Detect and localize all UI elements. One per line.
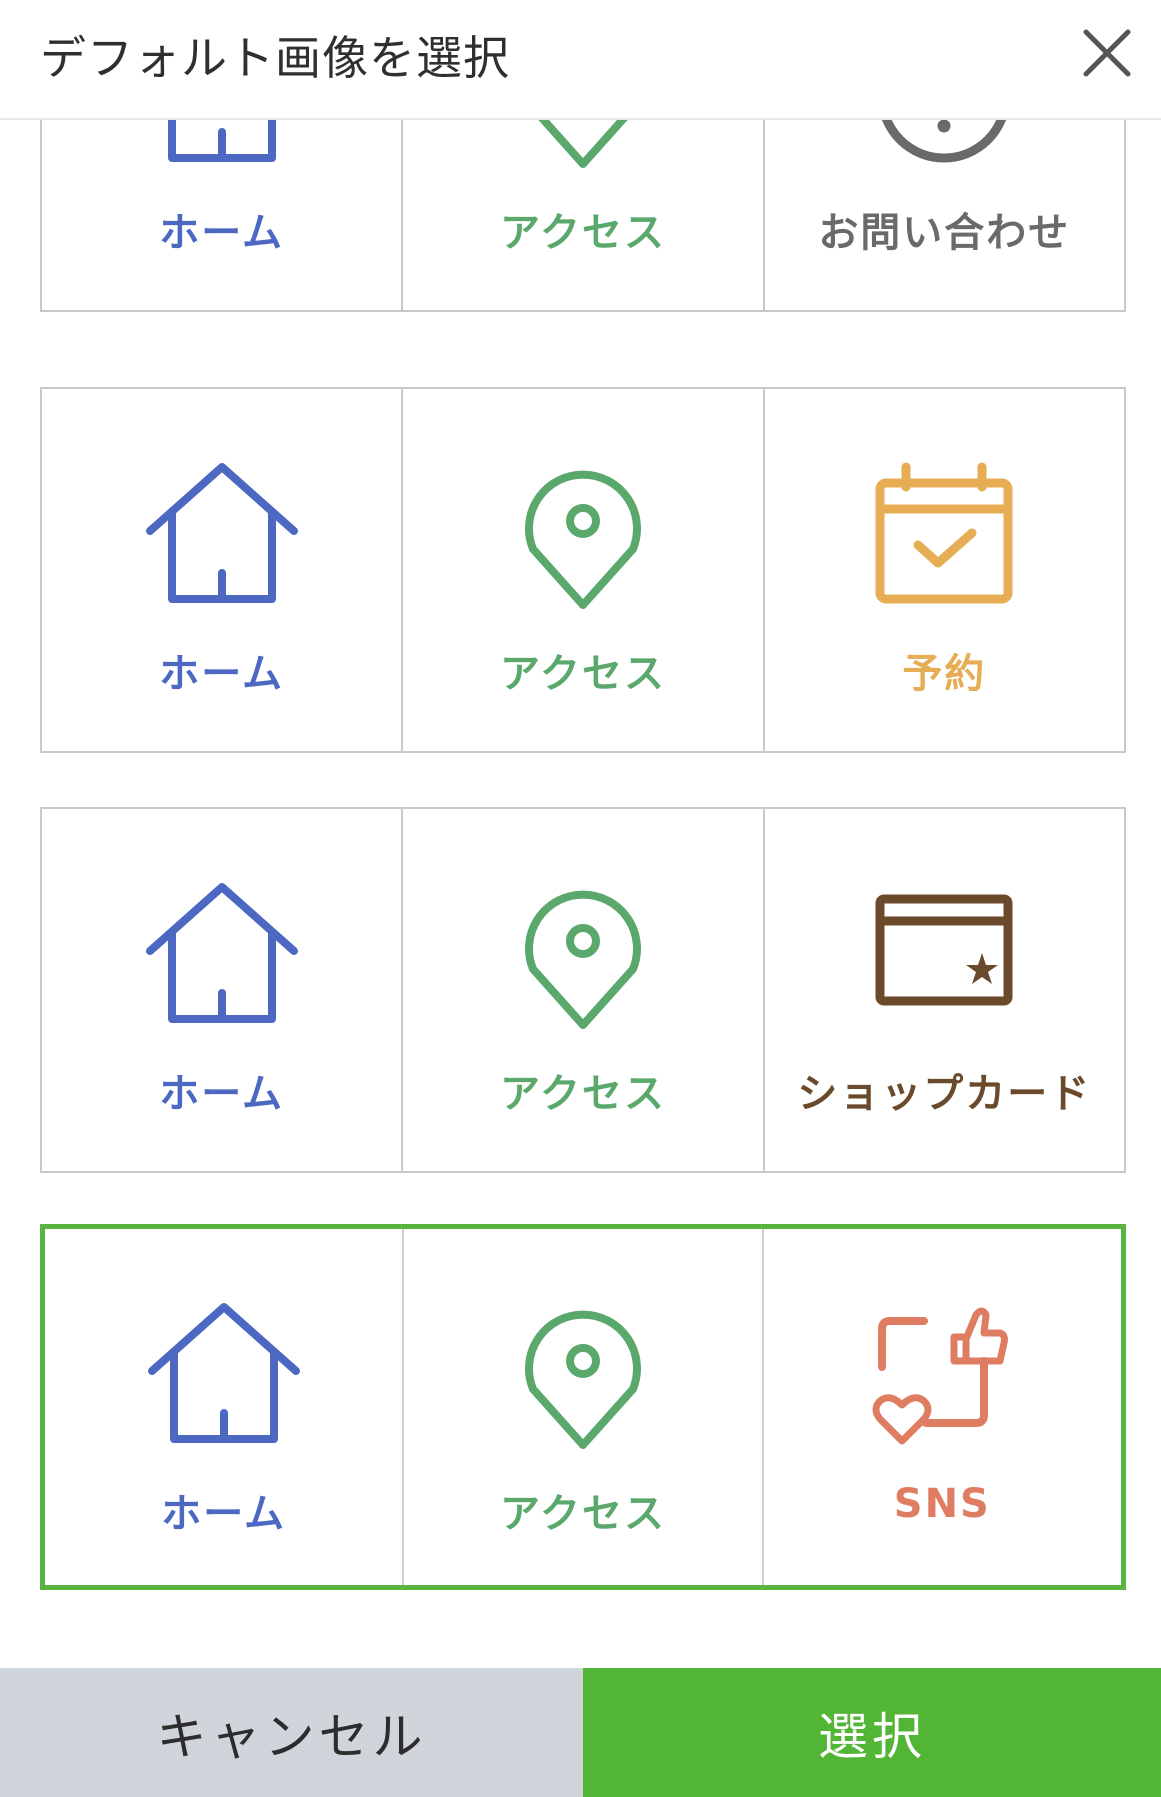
option-label: アクセス [499, 1071, 666, 1117]
dialog-footer: キャンセル 選択 [0, 1668, 1161, 1797]
option-cell-home: ホーム [45, 1229, 405, 1585]
option-cell-shop-card: ショップカード [765, 809, 1124, 1171]
image-option-4[interactable]: ホーム アクセス SNS [40, 1224, 1126, 1590]
cancel-button[interactable]: キャンセル [0, 1668, 583, 1797]
option-cell-access: アクセス [404, 1229, 764, 1585]
close-button[interactable] [1078, 24, 1136, 82]
option-label: 予約 [902, 651, 987, 697]
option-label: お問い合わせ [818, 210, 1071, 256]
option-label: ホーム [161, 1491, 287, 1537]
option-label: アクセス [499, 651, 666, 697]
close-icon [1083, 29, 1131, 77]
location-pin-icon [505, 459, 661, 615]
home-icon [146, 1299, 302, 1455]
option-cell-access: アクセス [403, 389, 765, 751]
image-option-3[interactable]: ホーム アクセス ショップカード [40, 807, 1126, 1173]
dialog-header: デフォルト画像を選択 [0, 0, 1161, 120]
option-list: ホーム アクセス お問い合わせ ホーム アクセス 予約 ホーム アクセス ショッ… [0, 0, 1161, 1668]
option-cell-home: ホーム [42, 389, 404, 751]
option-label: ホーム [159, 1071, 285, 1117]
option-cell-sns: SNS [764, 1229, 1121, 1585]
option-label: ショップカード [797, 1071, 1092, 1117]
option-label: SNS [893, 1481, 991, 1527]
location-pin-icon [505, 1299, 661, 1455]
option-cell-home: ホーム [42, 809, 404, 1171]
location-pin-icon [505, 879, 661, 1035]
option-cell-access: アクセス [403, 809, 765, 1171]
home-icon [144, 879, 300, 1035]
option-label: アクセス [499, 210, 666, 256]
sns-icon [864, 1299, 1020, 1455]
image-option-2[interactable]: ホーム アクセス 予約 [40, 387, 1126, 753]
option-label: ホーム [159, 210, 285, 256]
option-label: アクセス [499, 1491, 666, 1537]
dialog-title: デフォルト画像を選択 [40, 31, 510, 85]
option-label: ホーム [159, 651, 285, 697]
calendar-check-icon [866, 459, 1022, 615]
shop-card-icon [866, 879, 1022, 1035]
option-cell-reservation: 予約 [765, 389, 1124, 751]
select-button[interactable]: 選択 [583, 1668, 1161, 1797]
home-icon [144, 459, 300, 615]
